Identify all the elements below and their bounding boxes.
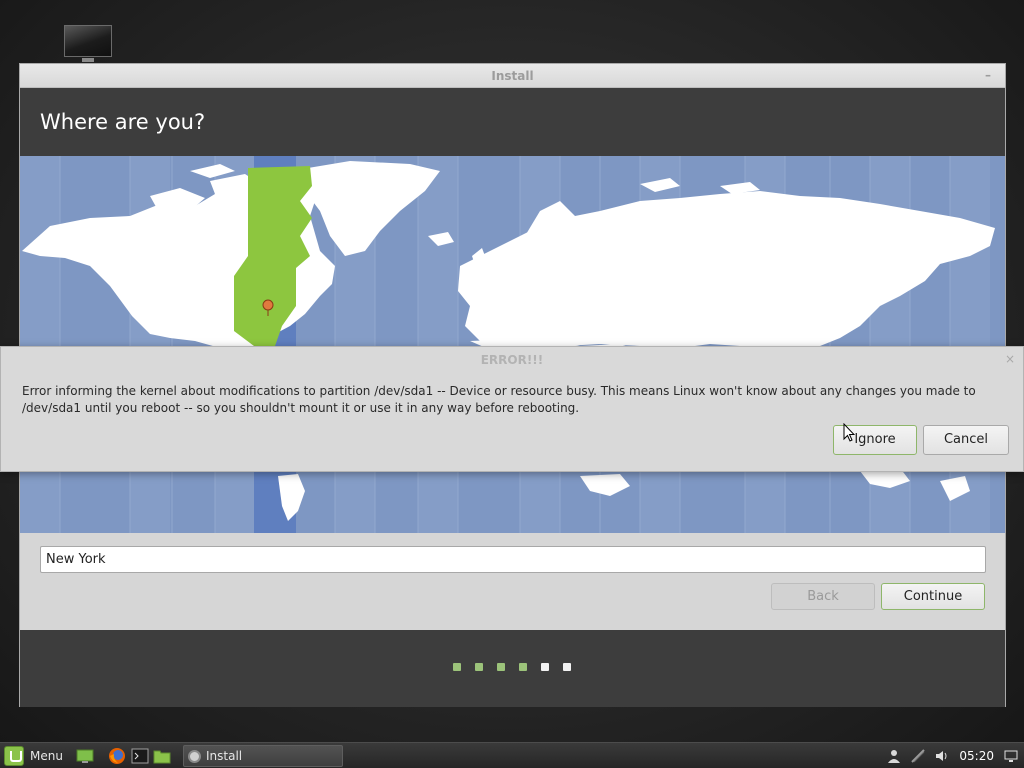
- menu-label: Menu: [30, 749, 63, 763]
- page-header: Where are you?: [20, 88, 1005, 156]
- network-icon[interactable]: [911, 749, 926, 763]
- taskbar-item-label: Install: [206, 749, 243, 763]
- progress-step-3: [497, 663, 505, 671]
- clock[interactable]: 05:20: [959, 749, 994, 763]
- minimize-icon[interactable]: –: [981, 69, 995, 83]
- system-tray: 05:20: [887, 747, 1018, 765]
- progress-footer: [20, 630, 1005, 707]
- mint-logo-icon: [4, 746, 24, 766]
- taskbar: Menu Install 05:20: [0, 742, 1024, 768]
- progress-step-5: [541, 663, 549, 671]
- page-title: Where are you?: [40, 110, 206, 134]
- computer-desktop-icon[interactable]: [63, 25, 113, 65]
- volume-icon[interactable]: [935, 749, 949, 763]
- continue-button[interactable]: Continue: [881, 583, 985, 610]
- progress-indicator: [453, 663, 571, 671]
- timezone-map[interactable]: [20, 156, 1005, 533]
- world-map-svg: [20, 156, 995, 533]
- cancel-button[interactable]: Cancel: [923, 425, 1009, 455]
- error-dialog-title: ERROR!!!: [480, 353, 544, 367]
- close-icon[interactable]: ×: [1005, 352, 1015, 366]
- user-icon[interactable]: [887, 749, 901, 763]
- show-desktop-icon[interactable]: [76, 747, 94, 765]
- error-message: Error informing the kernel about modific…: [22, 384, 976, 415]
- window-title: Install: [491, 69, 534, 83]
- display-icon[interactable]: [1004, 749, 1018, 763]
- city-input[interactable]: New York: [40, 546, 986, 573]
- installer-app-icon: [188, 749, 201, 763]
- error-dialog: ERROR!!! × Error informing the kernel ab…: [0, 346, 1024, 472]
- menu-button[interactable]: Menu: [4, 746, 63, 766]
- progress-step-4: [519, 663, 527, 671]
- progress-step-6: [563, 663, 571, 671]
- back-button[interactable]: Back: [771, 583, 875, 610]
- firefox-icon[interactable]: [108, 747, 126, 765]
- terminal-icon[interactable]: [131, 747, 149, 765]
- monitor-screen: [64, 25, 112, 57]
- installer-titlebar: Install –: [20, 64, 1005, 88]
- mouse-cursor-icon: [843, 423, 855, 442]
- files-icon[interactable]: [153, 747, 171, 765]
- monitor-stand: [82, 58, 94, 62]
- taskbar-item-install[interactable]: Install: [183, 745, 343, 767]
- progress-step-1: [453, 663, 461, 671]
- southern-africa: [580, 474, 630, 496]
- progress-step-2: [475, 663, 483, 671]
